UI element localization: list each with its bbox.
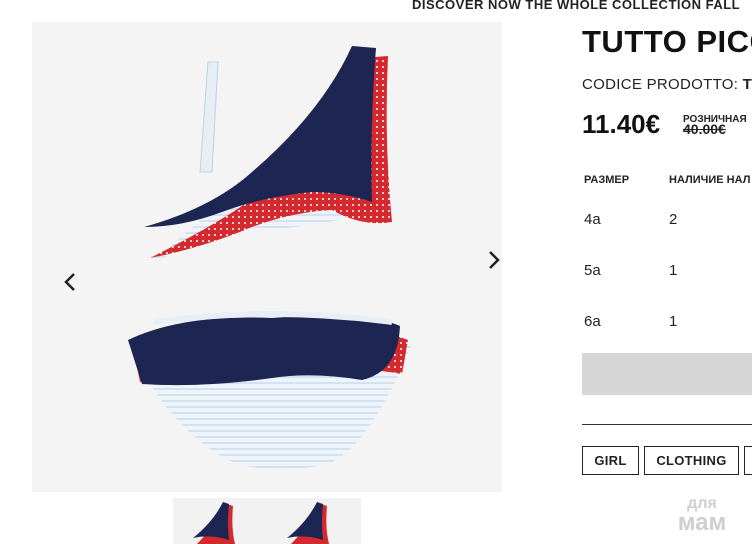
prev-image-button[interactable] xyxy=(60,268,84,296)
tag-clothing[interactable]: CLOTHING xyxy=(644,446,739,475)
watermark-line-2: мам xyxy=(678,509,727,532)
qty-cell: 1 xyxy=(669,313,678,330)
product-code-label: CODICE PRODOTTO: xyxy=(582,76,739,93)
retail-price: 40.00€ xyxy=(683,121,726,137)
product-code-value: TI xyxy=(742,76,752,93)
product-code: CODICE PRODOTTO: TI xyxy=(582,76,752,93)
thumbnail-2[interactable] xyxy=(267,498,361,544)
size-column-header: РАЗМЕР xyxy=(584,174,630,186)
tag-girl[interactable]: GIRL xyxy=(582,446,639,475)
next-image-button[interactable] xyxy=(482,246,506,274)
thumbnail-strip xyxy=(173,498,361,544)
product-price: 11.40€ xyxy=(582,109,661,139)
thumbnail-image xyxy=(287,502,329,544)
chevron-right-icon xyxy=(489,251,500,269)
availability-column-header: НАЛИЧИЕ НАЛ xyxy=(669,174,751,186)
watermark-logo: для мам xyxy=(678,495,727,532)
promo-banner: DISCOVER NOW THE WHOLE COLLECTION FALL xyxy=(0,0,752,12)
qty-cell: 2 xyxy=(669,211,678,228)
thumbnail-1[interactable] xyxy=(173,498,267,544)
tag-more[interactable] xyxy=(744,446,752,475)
add-to-cart-button[interactable] xyxy=(582,353,752,395)
divider xyxy=(582,424,752,425)
size-cell[interactable]: 4a xyxy=(584,211,601,228)
thumbnail-image xyxy=(193,502,235,544)
product-gallery[interactable] xyxy=(32,22,502,492)
qty-cell: 1 xyxy=(669,262,678,279)
size-cell[interactable]: 6a xyxy=(584,313,601,330)
product-title: TUTTO PICC xyxy=(582,24,752,59)
promo-text[interactable]: DISCOVER NOW THE WHOLE COLLECTION FALL xyxy=(412,0,740,12)
chevron-left-icon xyxy=(64,273,75,291)
product-image xyxy=(128,46,412,470)
size-cell[interactable]: 5a xyxy=(584,262,601,279)
